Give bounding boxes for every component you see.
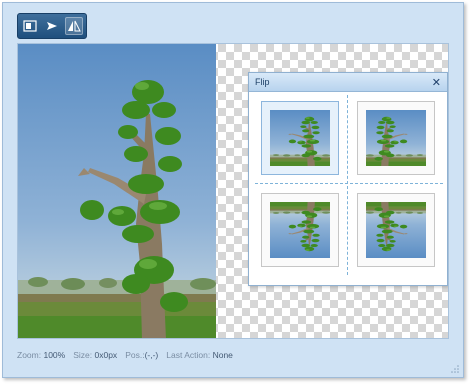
zoom-status: Zoom: 100% xyxy=(17,350,65,360)
status-bar: Zoom: 100% Size: 0x0px Pos.:(-,-) Last A… xyxy=(17,347,457,363)
position-status: Pos.:(-,-) xyxy=(125,350,158,360)
flip-panel-title: Flip xyxy=(255,77,270,87)
zoom-label: Zoom: xyxy=(17,350,42,360)
size-value: 0x0px xyxy=(94,350,118,360)
crop-tool-button[interactable] xyxy=(21,17,39,35)
position-label: Pos.: xyxy=(125,350,145,360)
vertical-divider xyxy=(347,95,348,275)
flip-horizontal-thumbnail xyxy=(366,110,426,166)
flip-icon xyxy=(68,20,81,32)
horizontal-divider xyxy=(255,183,443,184)
size-label: Size: xyxy=(73,350,93,360)
flip-tool-button[interactable] xyxy=(65,17,83,35)
rotate-arrow-icon xyxy=(47,22,57,30)
last-action-label: Last Action: xyxy=(166,350,211,360)
flip-editor-window: Flip ✕ Zoom: 100% Size: 0x0px Pos.:(-,-)… xyxy=(2,2,464,378)
flip-vertical-option[interactable] xyxy=(261,193,339,267)
close-icon[interactable]: ✕ xyxy=(432,77,441,88)
flip-none-thumbnail xyxy=(270,110,330,166)
zoom-value: 100% xyxy=(43,350,66,360)
rotate-tool-button[interactable] xyxy=(43,17,61,35)
flip-vertical-thumbnail xyxy=(270,202,330,258)
last-action-value: None xyxy=(212,350,233,360)
flip-panel-header: Flip ✕ xyxy=(249,73,447,92)
tree-photo xyxy=(18,44,216,338)
resize-grip-icon[interactable] xyxy=(451,365,459,373)
toolbar xyxy=(17,13,87,39)
image-canvas[interactable]: Flip ✕ xyxy=(17,43,449,339)
flip-none-option[interactable] xyxy=(261,101,339,175)
crop-frame-icon xyxy=(23,20,37,32)
last-action-status: Last Action: None xyxy=(166,350,233,360)
flip-panel: Flip ✕ xyxy=(248,72,448,286)
flip-both-thumbnail xyxy=(366,202,426,258)
size-status: Size: 0x0px xyxy=(73,350,117,360)
position-value: (-,-) xyxy=(144,350,159,360)
flip-both-option[interactable] xyxy=(357,193,435,267)
flip-horizontal-option[interactable] xyxy=(357,101,435,175)
